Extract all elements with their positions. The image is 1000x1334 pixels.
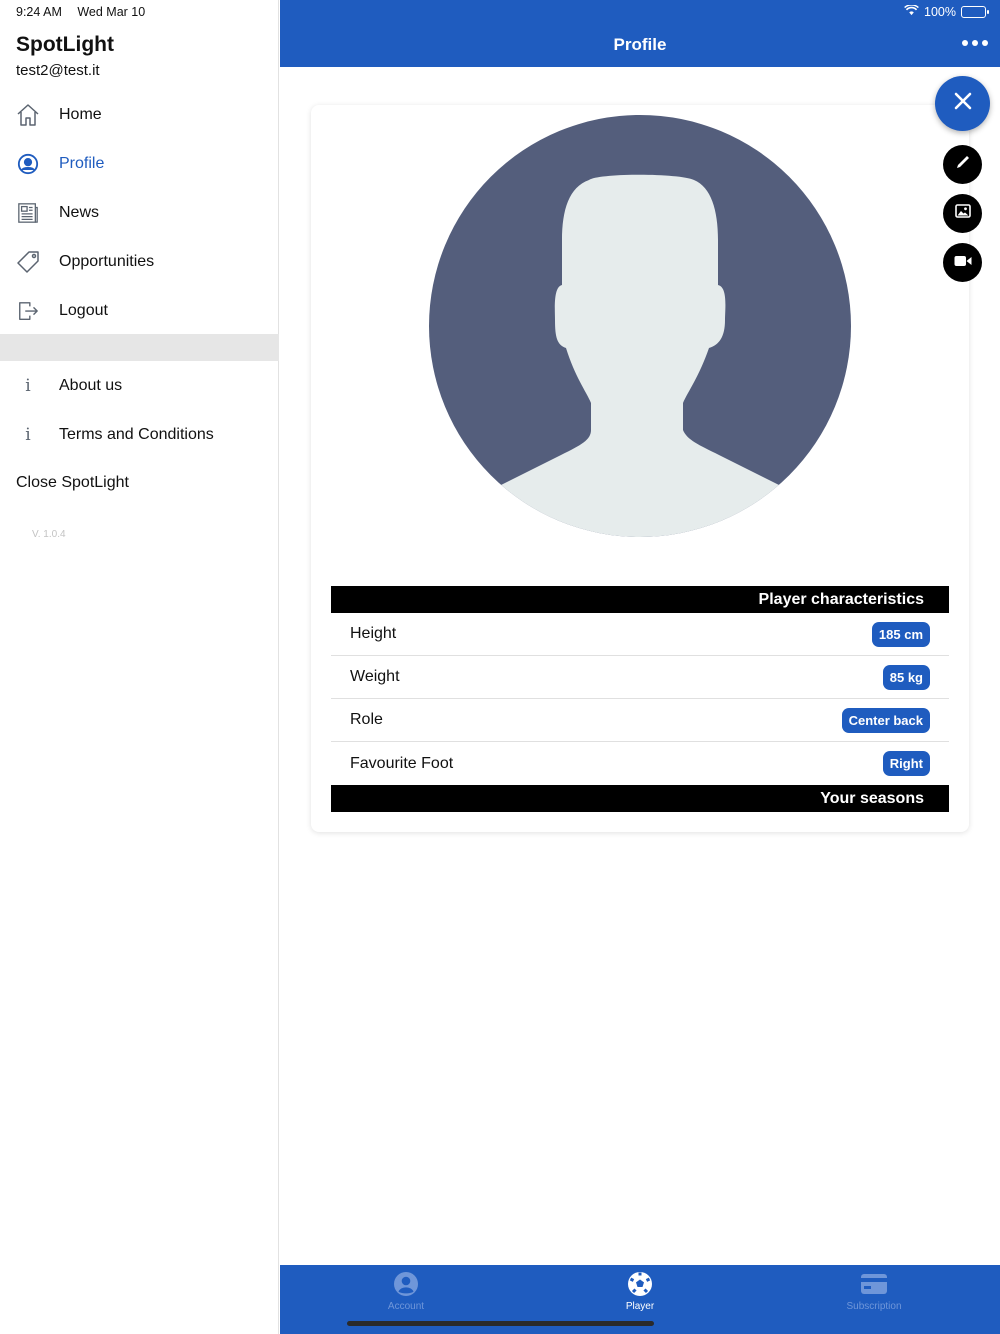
user-circle-icon xyxy=(16,152,40,176)
home-indicator xyxy=(347,1321,654,1326)
status-date: Wed Mar 10 xyxy=(77,5,146,19)
sidebar-item-label: News xyxy=(59,203,100,221)
newspaper-icon xyxy=(16,201,40,225)
characteristic-row-weight: Weight 85 kg xyxy=(331,656,949,699)
top-nav-bar: 100% Profile xyxy=(280,0,1000,67)
wifi-icon xyxy=(904,4,919,19)
bottom-tab-bar: Account Player Subscription xyxy=(280,1265,1000,1334)
profile-card: Player characteristics Height 185 cm Wei… xyxy=(311,105,969,832)
characteristic-label: Favourite Foot xyxy=(350,754,454,772)
sidebar-item-news[interactable]: News xyxy=(0,188,279,237)
app-version: V. 1.0.4 xyxy=(32,529,66,540)
sidebar-divider xyxy=(0,334,279,361)
pencil-icon xyxy=(955,154,971,175)
sidebar-item-opportunities[interactable]: Opportunities xyxy=(0,237,279,286)
sidebar-item-label: Home xyxy=(59,105,102,123)
characteristic-value-badge: Center back xyxy=(841,707,930,733)
more-options-button[interactable] xyxy=(962,40,988,46)
status-bar-left: 9:24 AM Wed Mar 10 xyxy=(16,5,145,19)
tab-label: Player xyxy=(625,1301,655,1312)
sidebar-item-label: Terms and Conditions xyxy=(59,425,214,443)
app-title: SpotLight xyxy=(16,33,114,56)
sidebar-item-label: Opportunities xyxy=(59,252,155,270)
more-dot xyxy=(972,40,978,46)
tab-player[interactable]: Player xyxy=(580,1270,700,1312)
soccer-ball-icon xyxy=(580,1270,700,1298)
sidebar-item-logout[interactable]: Logout xyxy=(0,286,279,335)
sidebar-item-profile[interactable]: Profile xyxy=(0,139,279,188)
tag-icon xyxy=(16,250,40,274)
close-app-link[interactable]: Close SpotLight xyxy=(16,474,129,492)
close-icon xyxy=(954,92,972,115)
sidebar-item-home[interactable]: Home xyxy=(0,90,279,139)
characteristic-label: Weight xyxy=(350,668,400,685)
sidebar-item-label: Logout xyxy=(59,301,108,319)
sidebar-item-about[interactable]: i About us xyxy=(0,361,279,410)
tab-account[interactable]: Account xyxy=(346,1270,466,1312)
characteristic-label: Height xyxy=(350,625,397,642)
credit-card-icon xyxy=(814,1270,934,1298)
image-icon xyxy=(954,204,971,223)
sidebar-item-terms[interactable]: i Terms and Conditions xyxy=(0,410,279,459)
more-dot xyxy=(962,40,968,46)
characteristic-row-height: Height 185 cm xyxy=(331,613,949,656)
battery-percent: 100% xyxy=(924,5,956,19)
characteristic-label: Role xyxy=(350,711,383,728)
add-photo-button[interactable] xyxy=(943,194,982,233)
sidebar-item-label: About us xyxy=(59,376,123,394)
tab-label: Account xyxy=(387,1301,425,1312)
sidebar-item-label: Profile xyxy=(59,154,105,172)
sidebar-secondary-menu: i About us i Terms and Conditions xyxy=(0,361,279,459)
account-icon xyxy=(346,1270,466,1298)
sidebar: 9:24 AM Wed Mar 10 SpotLight test2@test.… xyxy=(0,0,279,1334)
edit-button[interactable] xyxy=(943,145,982,184)
tab-subscription[interactable]: Subscription xyxy=(814,1270,934,1312)
characteristic-value-badge: 185 cm xyxy=(871,621,930,647)
characteristic-value-badge: 85 kg xyxy=(882,664,930,690)
characteristic-row-role: Role Center back xyxy=(331,699,949,742)
video-camera-icon xyxy=(954,254,972,272)
info-icon: i xyxy=(25,424,31,445)
main-panel: 100% Profile Player characteristics Heig… xyxy=(280,0,1000,1334)
add-video-button[interactable] xyxy=(943,243,982,282)
characteristics-header: Player characteristics xyxy=(331,586,949,613)
characteristic-value-badge: Right xyxy=(882,751,930,776)
page-title: Profile xyxy=(613,35,667,54)
sidebar-menu: Home Profile News Opportunities Logout xyxy=(0,90,279,335)
characteristic-row-foot: Favourite Foot Right xyxy=(331,742,949,785)
home-icon xyxy=(16,103,40,127)
info-icon: i xyxy=(25,375,31,396)
close-fab-button[interactable] xyxy=(935,76,990,131)
logout-icon xyxy=(16,299,40,323)
more-dot xyxy=(982,40,988,46)
user-email: test2@test.it xyxy=(16,62,100,79)
seasons-header[interactable]: Your seasons xyxy=(331,785,949,812)
characteristics-list: Height 185 cm Weight 85 kg Role Center b… xyxy=(331,613,949,785)
status-bar-right: 100% xyxy=(904,4,989,19)
status-time: 9:24 AM xyxy=(16,5,62,19)
tab-label: Subscription xyxy=(846,1301,902,1312)
battery-icon xyxy=(961,6,989,18)
avatar[interactable] xyxy=(429,115,851,537)
